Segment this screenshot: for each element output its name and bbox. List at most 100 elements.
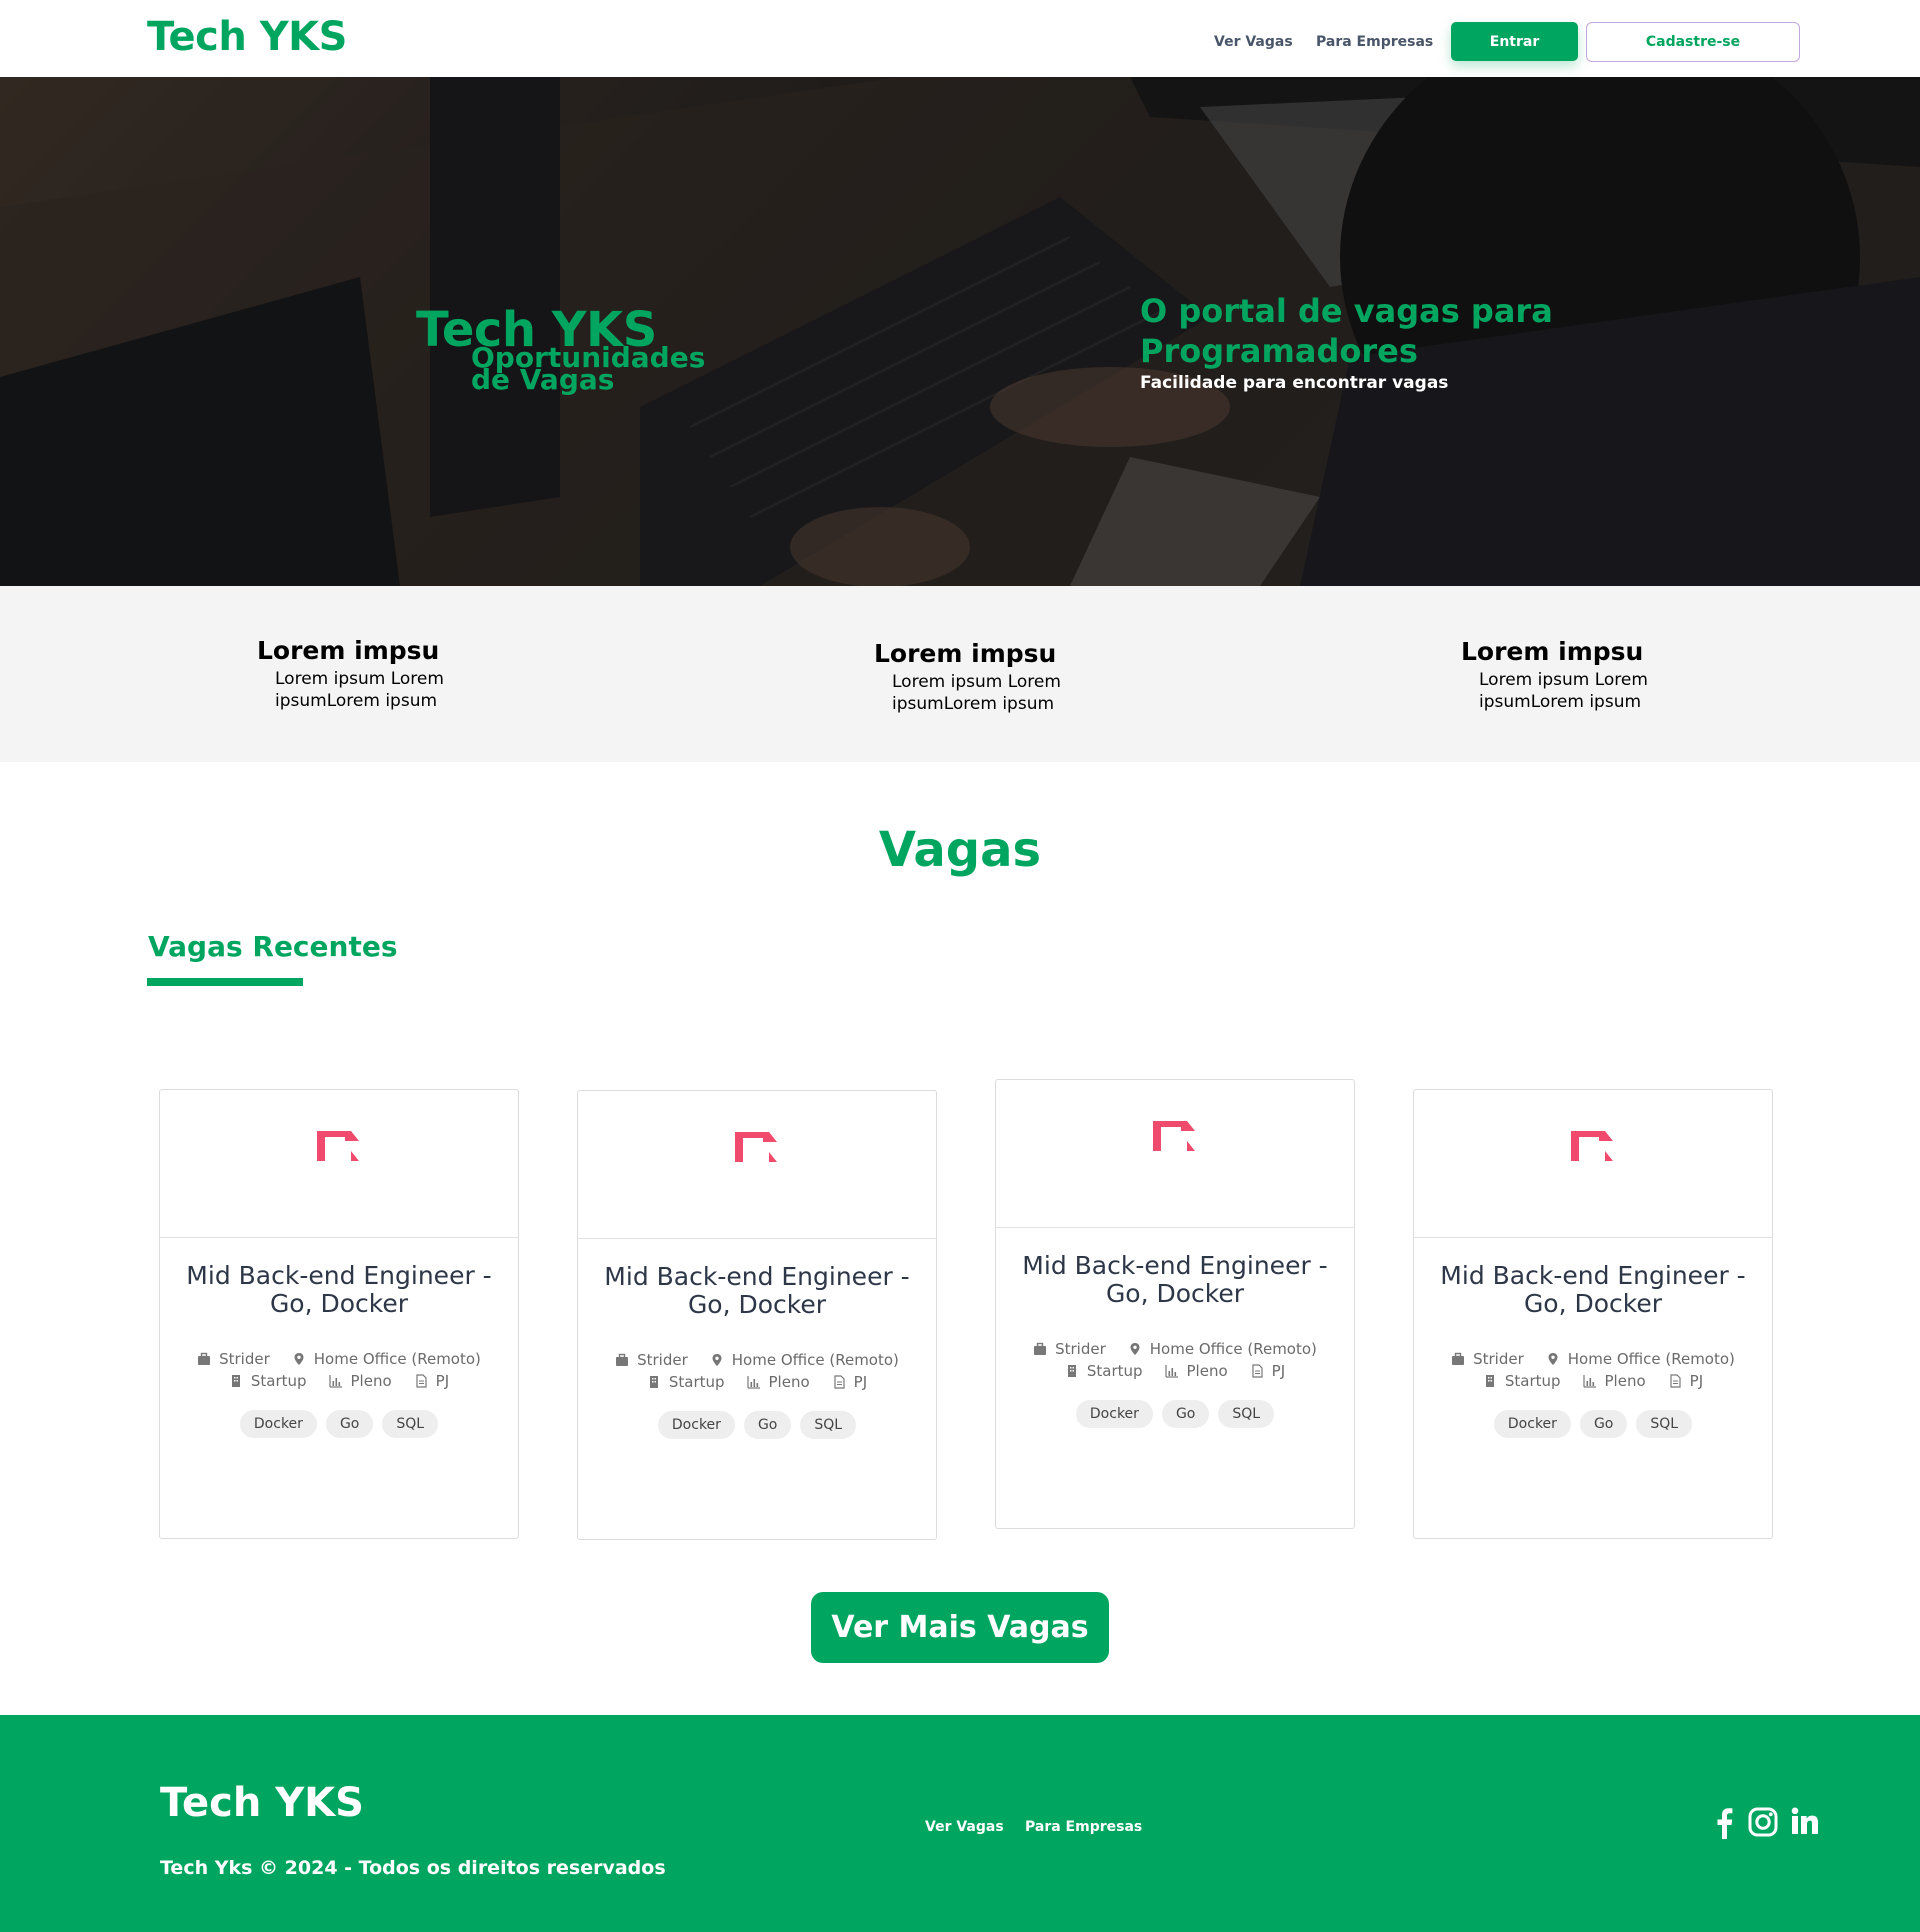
- job-tag[interactable]: SQL: [1636, 1410, 1693, 1438]
- job-tag[interactable]: SQL: [800, 1411, 857, 1439]
- site-header: Tech YKS Ver Vagas Para Empresas Entrar …: [0, 0, 1920, 77]
- bar-chart-icon: [1582, 1375, 1596, 1388]
- feature-text: Lorem ipsum Lorem ipsumLorem ipsum: [1479, 670, 1648, 712]
- job-meta: Strider Home Office (Remoto) Startup Ple…: [160, 1348, 518, 1392]
- feature-title: Lorem impsu: [874, 639, 1057, 668]
- feature-text: Lorem ipsum Lorem ipsumLorem ipsum: [892, 672, 1061, 714]
- briefcase-icon: [198, 1352, 211, 1365]
- feature-title: Lorem impsu: [257, 636, 440, 665]
- job-contract: PJ: [435, 1372, 450, 1390]
- location-pin-icon: [712, 1354, 722, 1366]
- location-pin-icon: [1548, 1353, 1558, 1365]
- building-icon: [649, 1376, 658, 1388]
- job-title[interactable]: Mid Back-end Engineer - Go, Docker: [578, 1263, 936, 1319]
- footer-copyright: Tech Yks © 2024 - Todos os direitos rese…: [160, 1857, 666, 1879]
- feature-item: Lorem impsu Lorem ipsum Lorem ipsumLorem…: [1461, 637, 1761, 713]
- job-tag[interactable]: Go: [1161, 1400, 1210, 1428]
- job-contract: PJ: [1271, 1362, 1286, 1380]
- job-company-type: Startup: [1086, 1362, 1143, 1380]
- job-tags: Docker Go SQL: [996, 1400, 1354, 1428]
- job-location: Home Office (Remoto): [1567, 1350, 1735, 1368]
- job-tag[interactable]: Go: [1579, 1410, 1628, 1438]
- job-meta: Strider Home Office (Remoto) Startup Ple…: [1414, 1348, 1772, 1392]
- feature-title: Lorem impsu: [1461, 637, 1644, 666]
- job-contract: PJ: [1689, 1372, 1704, 1390]
- building-icon: [1485, 1375, 1494, 1387]
- document-icon: [1670, 1374, 1681, 1388]
- job-card[interactable]: Mid Back-end Engineer - Go, Docker Strid…: [1413, 1089, 1773, 1539]
- nav-link-para-empresas[interactable]: Para Empresas: [1316, 34, 1433, 50]
- job-tag[interactable]: SQL: [1218, 1400, 1275, 1428]
- job-tag[interactable]: SQL: [382, 1410, 439, 1438]
- job-card[interactable]: Mid Back-end Engineer - Go, Docker Strid…: [159, 1089, 519, 1539]
- site-footer: Tech YKS Tech Yks © 2024 - Todos os dire…: [0, 1715, 1920, 1932]
- job-tags: Docker Go SQL: [160, 1410, 518, 1438]
- briefcase-icon: [1452, 1352, 1465, 1365]
- footer-link-para-empresas[interactable]: Para Empresas: [1025, 1819, 1142, 1835]
- job-title[interactable]: Mid Back-end Engineer - Go, Docker: [1414, 1262, 1772, 1318]
- login-button[interactable]: Entrar: [1451, 22, 1578, 61]
- job-tag[interactable]: Docker: [1493, 1410, 1571, 1438]
- feature-item: Lorem impsu Lorem ipsum Lorem ipsumLorem…: [874, 639, 1174, 715]
- hero-subtitle: Oportunidades de Vagas: [471, 341, 706, 396]
- site-logo[interactable]: Tech YKS: [147, 14, 347, 60]
- job-card-header: [996, 1080, 1354, 1228]
- job-tags: Docker Go SQL: [578, 1411, 936, 1439]
- job-card-header: [1414, 1090, 1772, 1238]
- hero-tagline-sub: Facilidade para encontrar vagas: [1140, 373, 1449, 393]
- job-tag[interactable]: Docker: [657, 1411, 735, 1439]
- document-icon: [834, 1375, 845, 1389]
- facebook-icon[interactable]: [1714, 1807, 1734, 1839]
- footer-link-ver-vagas[interactable]: Ver Vagas: [925, 1819, 1004, 1835]
- footer-logo[interactable]: Tech YKS: [160, 1780, 364, 1826]
- job-company: Strider: [219, 1350, 270, 1368]
- building-icon: [1067, 1365, 1076, 1377]
- feature-text: Lorem ipsum Lorem ipsumLorem ipsum: [275, 669, 444, 711]
- job-company-type: Startup: [250, 1372, 307, 1390]
- instagram-icon[interactable]: [1748, 1807, 1778, 1837]
- bar-chart-icon: [746, 1376, 760, 1389]
- recent-jobs-underline: [147, 978, 303, 986]
- job-tag[interactable]: Go: [743, 1411, 792, 1439]
- location-pin-icon: [1130, 1343, 1140, 1355]
- job-tag[interactable]: Docker: [239, 1410, 317, 1438]
- company-logo-icon: [317, 1131, 359, 1161]
- job-card[interactable]: Mid Back-end Engineer - Go, Docker Strid…: [995, 1079, 1355, 1529]
- job-tag[interactable]: Docker: [1075, 1400, 1153, 1428]
- bar-chart-icon: [328, 1375, 342, 1388]
- more-jobs-button[interactable]: Ver Mais Vagas: [811, 1592, 1109, 1663]
- linkedin-icon[interactable]: [1791, 1807, 1819, 1835]
- signup-button[interactable]: Cadastre-se: [1586, 22, 1800, 62]
- company-logo-icon: [735, 1132, 777, 1162]
- nav-link-ver-vagas[interactable]: Ver Vagas: [1214, 34, 1293, 50]
- hero-tagline: O portal de vagas para Programadores: [1140, 292, 1553, 370]
- job-title[interactable]: Mid Back-end Engineer - Go, Docker: [160, 1262, 518, 1318]
- job-level: Pleno: [350, 1372, 392, 1390]
- job-card[interactable]: Mid Back-end Engineer - Go, Docker Strid…: [577, 1090, 937, 1540]
- briefcase-icon: [1034, 1342, 1047, 1355]
- company-logo-icon: [1153, 1121, 1195, 1151]
- hero-overlay: [0, 77, 1920, 586]
- job-location: Home Office (Remoto): [1149, 1340, 1317, 1358]
- recent-jobs-title: Vagas Recentes: [148, 930, 398, 963]
- job-tag[interactable]: Go: [325, 1410, 374, 1438]
- job-company: Strider: [637, 1351, 688, 1369]
- building-icon: [231, 1375, 240, 1387]
- job-card-header: [578, 1091, 936, 1239]
- job-contract: PJ: [853, 1373, 868, 1391]
- location-pin-icon: [294, 1353, 304, 1365]
- features-strip: Lorem impsu Lorem ipsum Lorem ipsumLorem…: [0, 586, 1920, 762]
- job-location: Home Office (Remoto): [313, 1350, 481, 1368]
- job-company: Strider: [1473, 1350, 1524, 1368]
- job-company-type: Startup: [668, 1373, 725, 1391]
- document-icon: [1252, 1364, 1263, 1378]
- jobs-section-title: Vagas: [878, 822, 1042, 878]
- job-location: Home Office (Remoto): [731, 1351, 899, 1369]
- job-meta: Strider Home Office (Remoto) Startup Ple…: [578, 1349, 936, 1393]
- hero-banner: Tech YKS Oportunidades de Vagas O portal…: [0, 77, 1920, 586]
- job-level: Pleno: [1186, 1362, 1228, 1380]
- job-meta: Strider Home Office (Remoto) Startup Ple…: [996, 1338, 1354, 1382]
- job-level: Pleno: [1604, 1372, 1646, 1390]
- feature-item: Lorem impsu Lorem ipsum Lorem ipsumLorem…: [257, 636, 557, 712]
- job-title[interactable]: Mid Back-end Engineer - Go, Docker: [996, 1252, 1354, 1308]
